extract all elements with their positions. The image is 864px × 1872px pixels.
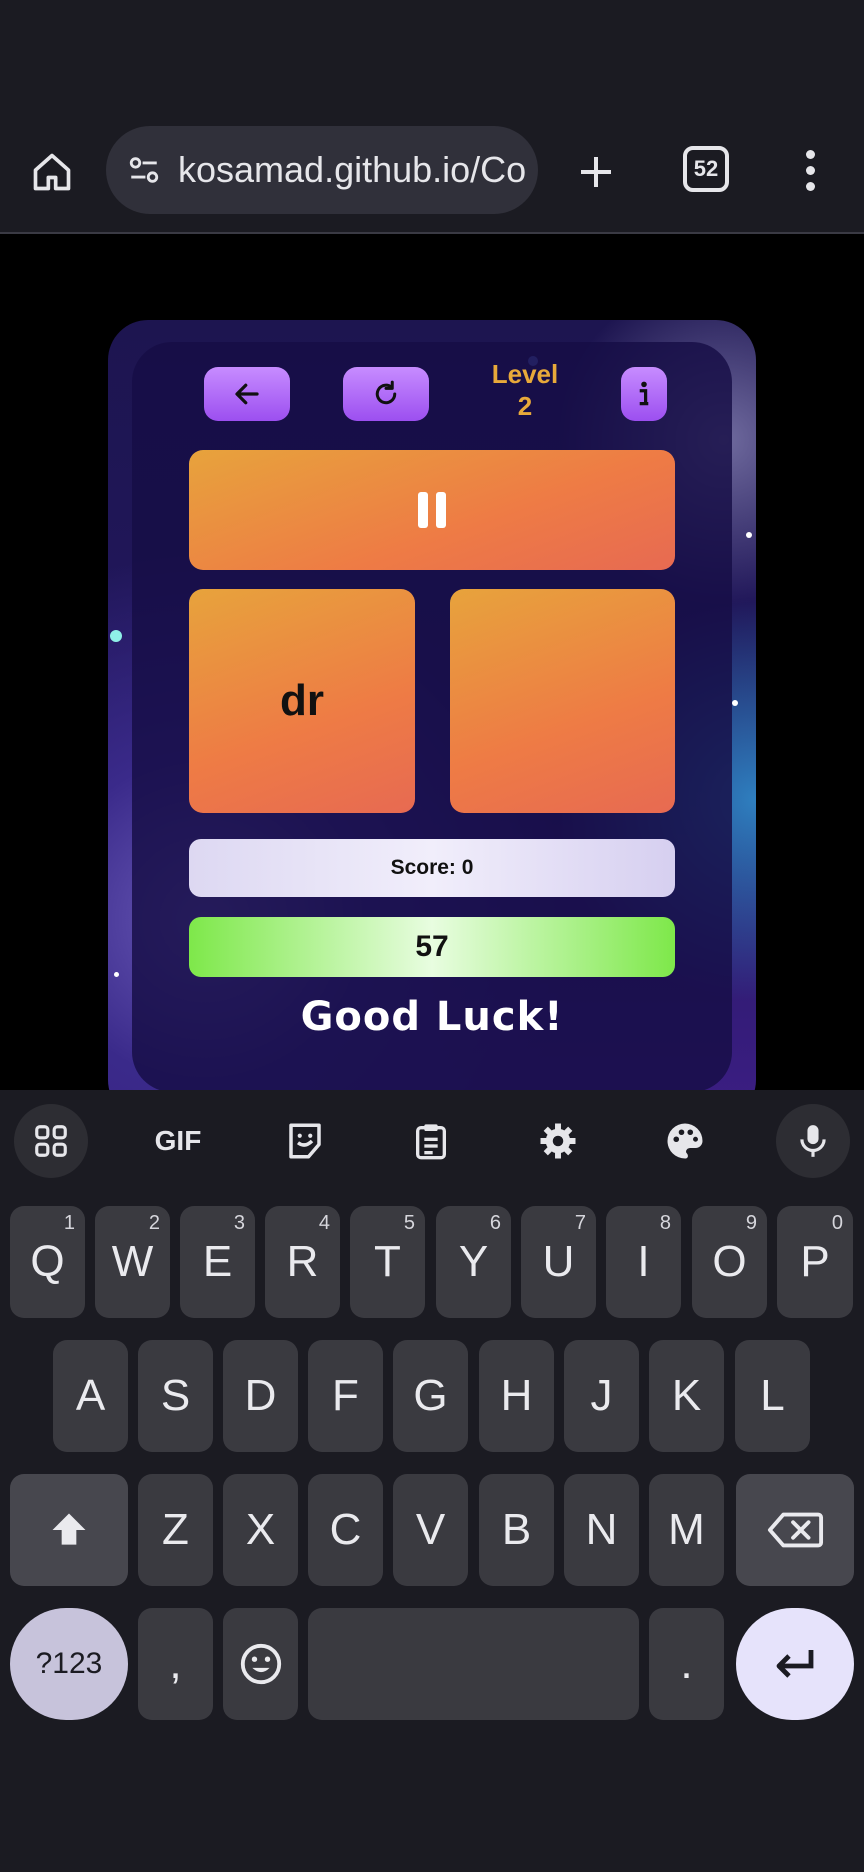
emoji-icon	[240, 1643, 281, 1685]
level-indicator: Level 2	[480, 358, 570, 422]
emoji-key[interactable]	[223, 1608, 298, 1720]
settings-icon[interactable]	[521, 1104, 595, 1178]
symbols-key[interactable]: ?123	[10, 1608, 128, 1720]
star	[114, 972, 119, 977]
status-message: Good Luck!	[300, 994, 564, 1040]
key-label: E	[202, 1237, 233, 1286]
key-label: T	[374, 1237, 401, 1286]
key-l[interactable]: L	[735, 1340, 810, 1452]
space-bar[interactable]	[308, 1608, 639, 1720]
sticker-icon[interactable]	[268, 1104, 342, 1178]
key-o[interactable]: O9	[692, 1206, 767, 1318]
key-m[interactable]: M	[649, 1474, 724, 1586]
key-hint: 5	[403, 1212, 415, 1234]
key-a[interactable]: A	[53, 1340, 128, 1452]
key-t[interactable]: T5	[350, 1206, 425, 1318]
key-d[interactable]: D	[223, 1340, 298, 1452]
key-h[interactable]: H	[479, 1340, 554, 1452]
restart-button[interactable]	[343, 367, 429, 421]
level-label: Level	[491, 359, 559, 389]
tile-left-text: dr	[280, 676, 324, 725]
key-v[interactable]: V	[393, 1474, 468, 1586]
key-label: I	[637, 1237, 650, 1286]
star	[110, 630, 122, 642]
pause-button[interactable]	[189, 450, 675, 570]
backspace-icon	[767, 1512, 824, 1548]
tile-right[interactable]	[450, 589, 675, 813]
key-s[interactable]: S	[138, 1340, 213, 1452]
key-q[interactable]: Q1	[10, 1206, 85, 1318]
enter-key[interactable]	[736, 1608, 854, 1720]
star	[746, 532, 752, 538]
tab-switcher-button[interactable]: 52	[683, 146, 729, 192]
key-n[interactable]: N	[564, 1474, 639, 1586]
key-g[interactable]: G	[393, 1340, 468, 1452]
key-b[interactable]: B	[479, 1474, 554, 1586]
browser-toolbar: kosamad.github.io/Co 52	[0, 110, 864, 234]
pause-icon	[418, 492, 446, 528]
status-bar	[0, 0, 864, 110]
key-c[interactable]: C	[308, 1474, 383, 1586]
enter-icon	[776, 1650, 814, 1678]
info-icon	[639, 381, 649, 406]
site-settings-icon[interactable]	[124, 150, 164, 190]
score-display: Score: 0	[189, 839, 675, 897]
refresh-icon	[375, 380, 397, 405]
key-y[interactable]: Y6	[436, 1206, 511, 1318]
key-f[interactable]: F	[308, 1340, 383, 1452]
on-screen-keyboard: GIF Q1 W2 E3 R4 T5 Y6 U7 I8 O9 P0 A S D …	[0, 1090, 864, 1872]
key-hint: 7	[574, 1212, 586, 1234]
key-hint: 3	[233, 1212, 245, 1234]
key-label: W	[111, 1237, 154, 1286]
key-label: Y	[458, 1237, 489, 1286]
period-key[interactable]: .	[649, 1608, 724, 1720]
timer-display: 57	[189, 917, 675, 977]
key-x[interactable]: X	[223, 1474, 298, 1586]
key-hint: 4	[318, 1212, 330, 1234]
key-e[interactable]: E3	[180, 1206, 255, 1318]
key-w[interactable]: W2	[95, 1206, 170, 1318]
key-label: O	[712, 1237, 747, 1286]
tile-left[interactable]: dr	[189, 589, 415, 813]
clipboard-icon[interactable]	[394, 1104, 468, 1178]
key-hint: 1	[63, 1212, 75, 1234]
comma-key[interactable]: ,	[138, 1608, 213, 1720]
address-bar[interactable]: kosamad.github.io/Co	[106, 126, 538, 214]
home-icon[interactable]	[22, 142, 82, 202]
key-label: U	[542, 1237, 575, 1286]
key-i[interactable]: I8	[606, 1206, 681, 1318]
key-hint: 0	[831, 1212, 843, 1234]
key-j[interactable]: J	[564, 1340, 639, 1452]
gif-button[interactable]: GIF	[141, 1104, 215, 1178]
shift-icon	[52, 1513, 86, 1545]
key-r[interactable]: R4	[265, 1206, 340, 1318]
star	[732, 700, 738, 706]
key-label: R	[286, 1237, 319, 1286]
key-hint: 9	[745, 1212, 757, 1234]
key-label: Q	[30, 1237, 65, 1286]
level-number: 2	[517, 391, 533, 421]
key-hint: 8	[659, 1212, 671, 1234]
key-p[interactable]: P0	[777, 1206, 853, 1318]
key-u[interactable]: U7	[521, 1206, 596, 1318]
key-z[interactable]: Z	[138, 1474, 213, 1586]
url-text[interactable]: kosamad.github.io/Co	[178, 149, 526, 191]
info-button[interactable]	[621, 367, 667, 421]
palette-icon[interactable]	[648, 1104, 722, 1178]
more-options-icon[interactable]	[790, 140, 830, 200]
key-label: P	[800, 1237, 830, 1286]
new-tab-icon[interactable]	[566, 142, 626, 202]
back-button[interactable]	[204, 367, 290, 421]
shift-key[interactable]	[10, 1474, 128, 1586]
arrow-left-icon	[235, 383, 259, 405]
apps-icon[interactable]	[14, 1104, 88, 1178]
backspace-key[interactable]	[736, 1474, 854, 1586]
mic-icon[interactable]	[776, 1104, 850, 1178]
key-hint: 6	[489, 1212, 501, 1234]
key-k[interactable]: K	[649, 1340, 724, 1452]
key-hint: 2	[148, 1212, 160, 1234]
